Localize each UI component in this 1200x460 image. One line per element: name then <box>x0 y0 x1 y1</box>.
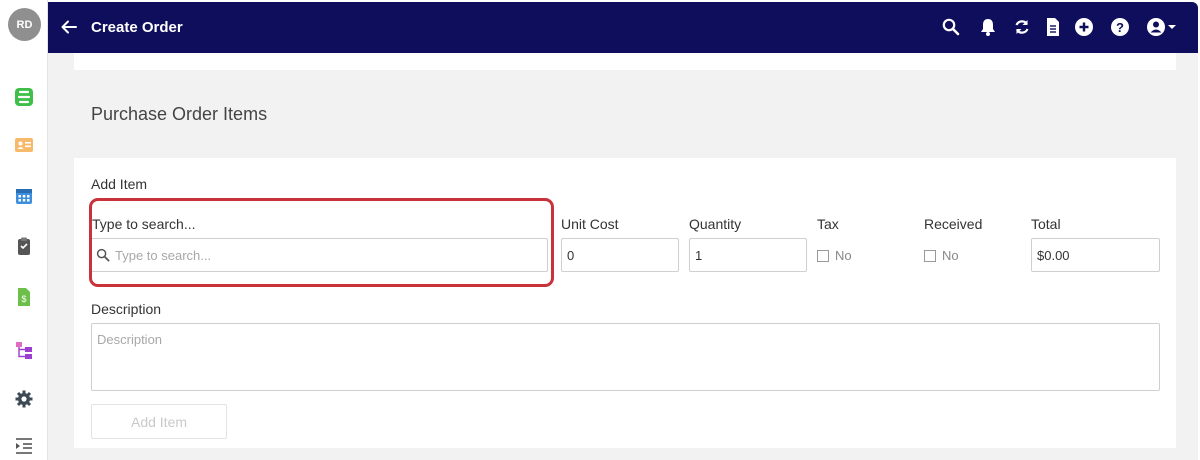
brand-logo-icon[interactable] <box>14 87 34 107</box>
search-icon[interactable] <box>941 17 961 37</box>
document-icon[interactable] <box>1043 17 1063 37</box>
add-item-button-label: Add Item <box>130 413 188 430</box>
svg-text:?: ? <box>1116 20 1124 35</box>
tax-checkbox-group[interactable]: No <box>817 248 852 263</box>
search-label: Type to search... <box>92 216 196 232</box>
quantity-value: 1 <box>695 247 703 263</box>
back-arrow-icon[interactable] <box>60 18 78 36</box>
description-label: Description <box>91 301 162 317</box>
top-app-bar: Create Order ? <box>48 2 1198 53</box>
item-search-placeholder: Type to search... <box>115 247 212 263</box>
unit-cost-input[interactable]: 0 <box>561 238 679 272</box>
gear-icon[interactable] <box>14 389 34 409</box>
tax-checkbox[interactable] <box>817 249 829 262</box>
total-label: Total <box>1031 216 1061 232</box>
contact-card-icon[interactable] <box>14 135 34 155</box>
quantity-label: Quantity <box>689 216 742 232</box>
received-checkbox-group[interactable]: No <box>924 248 959 263</box>
tax-option-label: No <box>835 248 852 263</box>
total-value: $0.00 <box>1037 247 1070 263</box>
help-icon[interactable]: ? <box>1110 17 1130 37</box>
tax-label: Tax <box>817 216 839 232</box>
unit-cost-value: 0 <box>567 247 575 263</box>
received-checkbox[interactable] <box>924 249 936 262</box>
add-item-heading: Add Item <box>91 176 148 192</box>
plus-circle-icon[interactable] <box>1074 17 1094 37</box>
unit-cost-label: Unit Cost <box>561 216 619 232</box>
hierarchy-icon[interactable] <box>14 340 34 360</box>
add-item-button[interactable]: Add Item <box>91 404 227 439</box>
received-label: Received <box>924 216 983 232</box>
indent-icon[interactable] <box>14 436 34 456</box>
quantity-input[interactable]: 1 <box>689 238 807 272</box>
description-placeholder: Description <box>97 332 163 347</box>
total-field[interactable]: $0.00 <box>1031 238 1160 272</box>
invoice-icon[interactable]: $ <box>14 287 34 307</box>
calendar-icon[interactable] <box>14 186 34 206</box>
section-title: Purchase Order Items <box>91 104 268 124</box>
avatar-initials: RD <box>16 18 33 31</box>
add-item-card <box>74 158 1176 448</box>
bell-icon[interactable] <box>978 17 998 37</box>
description-textarea[interactable]: Description <box>91 323 1160 391</box>
account-icon[interactable] <box>1146 17 1178 37</box>
avatar[interactable]: RD <box>8 8 41 41</box>
page-title: Create Order <box>91 19 183 36</box>
svg-text:$: $ <box>21 294 26 304</box>
received-option-label: No <box>942 248 959 263</box>
left-sidebar: RD $ <box>0 0 48 460</box>
search-icon <box>96 248 110 262</box>
clipboard-icon[interactable] <box>14 236 34 256</box>
sync-icon[interactable] <box>1012 17 1032 37</box>
previous-card <box>74 53 1176 70</box>
item-search-field[interactable]: Type to search... <box>91 238 548 272</box>
